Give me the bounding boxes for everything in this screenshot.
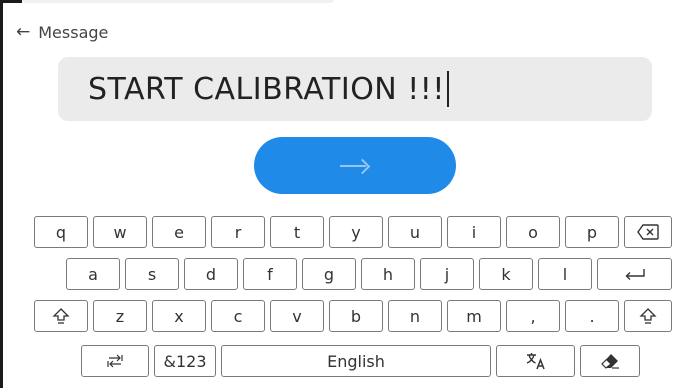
space-key[interactable]: English xyxy=(221,345,491,377)
window-frame-top xyxy=(0,0,22,3)
key-m[interactable]: m xyxy=(447,300,501,332)
eraser-icon xyxy=(601,354,619,369)
back-header[interactable]: ← Message xyxy=(16,20,108,44)
key-a[interactable]: a xyxy=(66,258,120,290)
window-frame-left xyxy=(0,0,3,388)
keyboard-switch-icon xyxy=(107,354,123,368)
key-y[interactable]: y xyxy=(329,216,383,248)
key-s[interactable]: s xyxy=(125,258,179,290)
shift-key-right[interactable] xyxy=(624,300,672,332)
translate-key[interactable] xyxy=(496,345,575,377)
arrow-left-icon[interactable]: ← xyxy=(16,23,30,41)
key-c[interactable]: c xyxy=(211,300,265,332)
backspace-icon xyxy=(637,224,659,240)
enter-icon xyxy=(625,269,645,280)
key-f[interactable]: f xyxy=(243,258,297,290)
key-b[interactable]: b xyxy=(329,300,383,332)
key-i[interactable]: i xyxy=(447,216,501,248)
key-o[interactable]: o xyxy=(506,216,560,248)
shift-icon xyxy=(52,308,70,324)
shift-key-left[interactable] xyxy=(34,300,88,332)
key-k[interactable]: k xyxy=(479,258,533,290)
key-e[interactable]: e xyxy=(152,216,206,248)
key-d[interactable]: d xyxy=(184,258,238,290)
text-caret xyxy=(446,71,449,107)
top-strip xyxy=(22,0,334,3)
key-q[interactable]: q xyxy=(34,216,88,248)
key-h[interactable]: h xyxy=(361,258,415,290)
key-z[interactable]: z xyxy=(93,300,147,332)
key-j[interactable]: j xyxy=(420,258,474,290)
backspace-key[interactable] xyxy=(624,216,672,248)
key-period[interactable]: . xyxy=(565,300,619,332)
key-w[interactable]: w xyxy=(93,216,147,248)
key-u[interactable]: u xyxy=(388,216,442,248)
key-comma[interactable]: , xyxy=(506,300,560,332)
submit-button[interactable] xyxy=(254,137,456,194)
keyboard-switch-key[interactable] xyxy=(81,345,149,377)
key-n[interactable]: n xyxy=(388,300,442,332)
message-input-value: START CALIBRATION !!! xyxy=(88,71,445,107)
key-t[interactable]: t xyxy=(270,216,324,248)
symbols-key[interactable]: &123 xyxy=(154,345,216,377)
arrow-right-icon xyxy=(340,159,370,173)
eraser-key[interactable] xyxy=(580,345,640,377)
key-p[interactable]: p xyxy=(565,216,619,248)
key-x[interactable]: x xyxy=(152,300,206,332)
key-v[interactable]: v xyxy=(270,300,324,332)
enter-key[interactable] xyxy=(597,258,672,290)
shift-icon xyxy=(639,308,657,324)
key-r[interactable]: r xyxy=(211,216,265,248)
key-g[interactable]: g xyxy=(302,258,356,290)
page-title: Message xyxy=(38,22,109,42)
message-input[interactable]: START CALIBRATION !!! xyxy=(58,57,652,121)
key-l[interactable]: l xyxy=(538,258,592,290)
translate-icon xyxy=(526,353,545,370)
